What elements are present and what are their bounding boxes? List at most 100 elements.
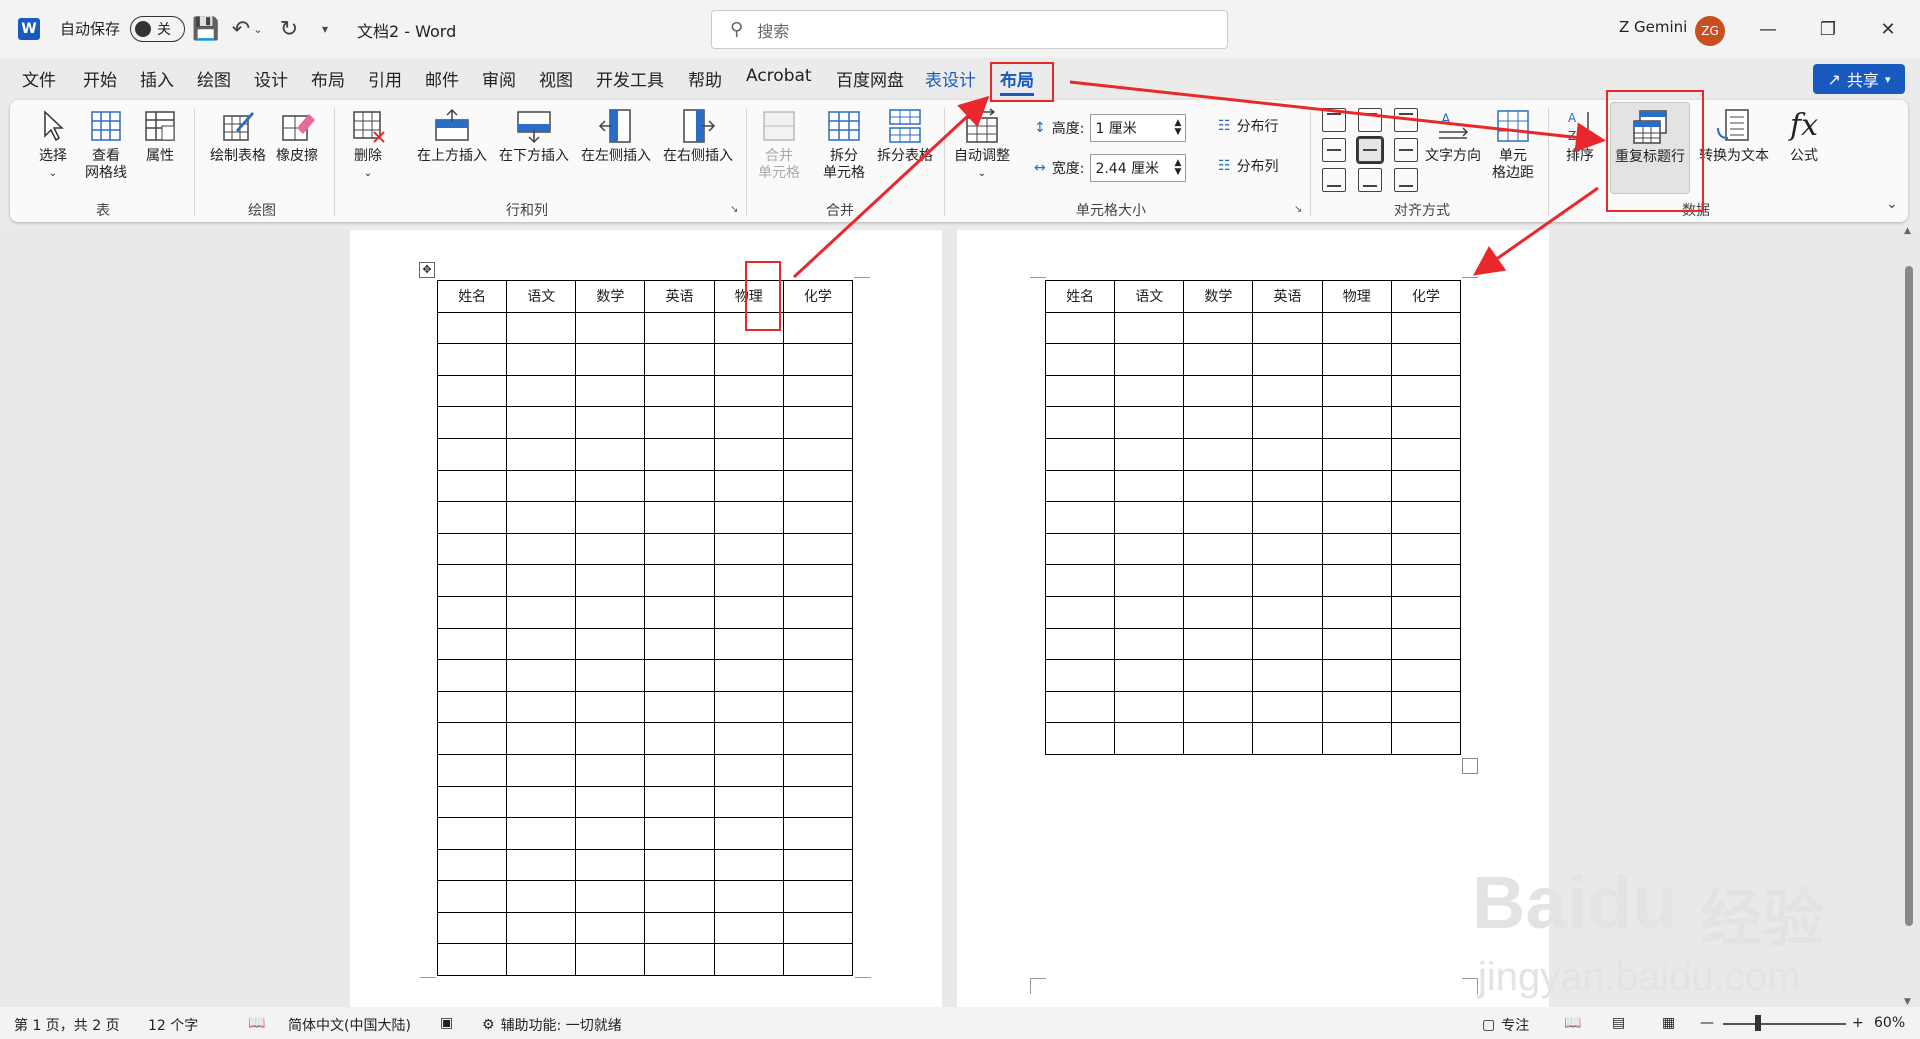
table-header-cell[interactable]: 语文 xyxy=(506,280,577,313)
table-cell[interactable] xyxy=(1252,311,1323,345)
table-cell[interactable] xyxy=(1044,659,1116,692)
table-cell[interactable] xyxy=(782,785,854,819)
table-cell[interactable] xyxy=(1183,595,1254,629)
table-cell[interactable] xyxy=(1114,374,1185,408)
table-cell[interactable] xyxy=(1252,437,1323,471)
tab-mailings[interactable]: 邮件 xyxy=(425,66,459,91)
table-cell[interactable] xyxy=(436,564,508,597)
table-cell[interactable] xyxy=(1044,722,1116,755)
word-count[interactable]: 12 个字 xyxy=(148,1015,198,1035)
table-header-cell[interactable]: 姓名 xyxy=(1044,280,1116,313)
table-cell[interactable] xyxy=(1321,311,1392,345)
table-cell[interactable] xyxy=(713,532,784,566)
table-cell[interactable] xyxy=(782,690,854,724)
table-cell[interactable] xyxy=(575,880,646,913)
tab-baidu-netdisk[interactable]: 百度网盘 xyxy=(836,66,904,91)
undo-dropdown-icon[interactable]: ⌄ xyxy=(250,14,266,44)
table-cell[interactable] xyxy=(713,848,784,882)
table-cell[interactable] xyxy=(713,437,784,471)
table-cell[interactable] xyxy=(644,911,715,945)
table-cell[interactable] xyxy=(575,532,646,566)
table-cell[interactable] xyxy=(713,690,784,724)
table-cell[interactable] xyxy=(1044,406,1116,439)
align-middle-right-icon[interactable] xyxy=(1394,138,1418,162)
table-cell[interactable] xyxy=(644,501,715,534)
table-cell[interactable] xyxy=(506,374,577,408)
minimize-icon[interactable]: — xyxy=(1740,10,1796,48)
table-cell[interactable] xyxy=(644,406,715,439)
table-cell[interactable] xyxy=(436,817,508,850)
table-cell[interactable] xyxy=(1114,564,1185,597)
merge-cells-button[interactable]: 合并 单元格 xyxy=(754,108,804,182)
read-mode-icon[interactable]: 📖 xyxy=(1564,1015,1581,1031)
table-cell[interactable] xyxy=(1044,627,1116,661)
table-cell[interactable] xyxy=(436,469,508,503)
table-cell[interactable] xyxy=(506,627,577,661)
focus-mode[interactable]: ▢ 专注 xyxy=(1482,1015,1529,1035)
table-cell[interactable] xyxy=(1321,437,1392,471)
table-cell[interactable] xyxy=(436,690,508,724)
table-cell[interactable] xyxy=(1114,501,1185,534)
table-cell[interactable] xyxy=(575,564,646,597)
autofit-button[interactable]: 自动调整 ⌄ xyxy=(952,108,1012,182)
table-cell[interactable] xyxy=(644,880,715,913)
table-cell[interactable] xyxy=(506,943,577,977)
text-direction-button[interactable]: A 文字方向 xyxy=(1420,108,1486,165)
delete-button[interactable]: 删除 ⌄ xyxy=(346,108,390,182)
table-cell[interactable] xyxy=(1252,469,1323,503)
table-cell[interactable] xyxy=(644,469,715,503)
table-cell[interactable] xyxy=(782,848,854,882)
table-resize-handle-icon[interactable] xyxy=(1462,758,1478,774)
table-cell[interactable] xyxy=(713,564,784,597)
table-cell[interactable] xyxy=(644,343,715,376)
table-cell[interactable] xyxy=(436,595,508,629)
table-cell[interactable] xyxy=(1044,374,1116,408)
table-cell[interactable] xyxy=(436,911,508,945)
table-cell[interactable] xyxy=(506,595,577,629)
table-cell[interactable] xyxy=(1044,437,1116,471)
table-cell[interactable] xyxy=(1183,627,1254,661)
table-header-cell[interactable]: 英语 xyxy=(1252,280,1323,313)
table-cell[interactable] xyxy=(1390,690,1462,724)
table-cell[interactable] xyxy=(506,311,577,345)
table-cell[interactable] xyxy=(575,595,646,629)
table-cell[interactable] xyxy=(1252,406,1323,439)
table-cell[interactable] xyxy=(436,943,508,977)
spinner-icon[interactable]: ▲ ▼ xyxy=(1175,119,1182,137)
table-cell[interactable] xyxy=(713,406,784,439)
table-cell[interactable] xyxy=(713,343,784,376)
table-cell[interactable] xyxy=(1252,690,1323,724)
table-cell[interactable] xyxy=(1044,690,1116,724)
table-cell[interactable] xyxy=(506,722,577,755)
table-cell[interactable] xyxy=(436,848,508,882)
macro-record-icon[interactable]: ▣ xyxy=(440,1015,453,1031)
table-cell[interactable] xyxy=(1044,311,1116,345)
tab-references[interactable]: 引用 xyxy=(368,66,402,91)
table-cell[interactable] xyxy=(575,785,646,819)
tab-home[interactable]: 开始 xyxy=(83,66,117,91)
table-header-cell[interactable]: 姓名 xyxy=(436,280,508,313)
table-cell[interactable] xyxy=(644,564,715,597)
table-cell[interactable] xyxy=(506,690,577,724)
table-cell[interactable] xyxy=(1390,374,1462,408)
table-cell[interactable] xyxy=(644,817,715,850)
table-cell[interactable] xyxy=(782,595,854,629)
table-cell[interactable] xyxy=(575,911,646,945)
table-cell[interactable] xyxy=(1044,343,1116,376)
table-cell[interactable] xyxy=(1390,406,1462,439)
table-cell[interactable] xyxy=(1321,659,1392,692)
table-cell[interactable] xyxy=(1390,659,1462,692)
table-cell[interactable] xyxy=(782,911,854,945)
print-layout-icon[interactable]: ▤ xyxy=(1612,1015,1625,1031)
table-header-cell[interactable]: 语文 xyxy=(1114,280,1185,313)
table-cell[interactable] xyxy=(644,943,715,977)
table-cell[interactable] xyxy=(506,437,577,471)
table-cell[interactable] xyxy=(436,437,508,471)
table-cell[interactable] xyxy=(1114,469,1185,503)
table-page-1[interactable]: 姓名 语文 数学 英语 物理 化学 xyxy=(436,280,854,977)
width-input[interactable]: 2.44 厘米 ▲ ▼ xyxy=(1090,154,1187,182)
insert-above-button[interactable]: 在上方插入 xyxy=(412,108,492,165)
table-header-cell[interactable]: 数学 xyxy=(1183,280,1254,313)
insert-left-button[interactable]: 在左侧插入 xyxy=(576,108,656,165)
cell-margins-button[interactable]: 单元 格边距 xyxy=(1488,108,1538,182)
